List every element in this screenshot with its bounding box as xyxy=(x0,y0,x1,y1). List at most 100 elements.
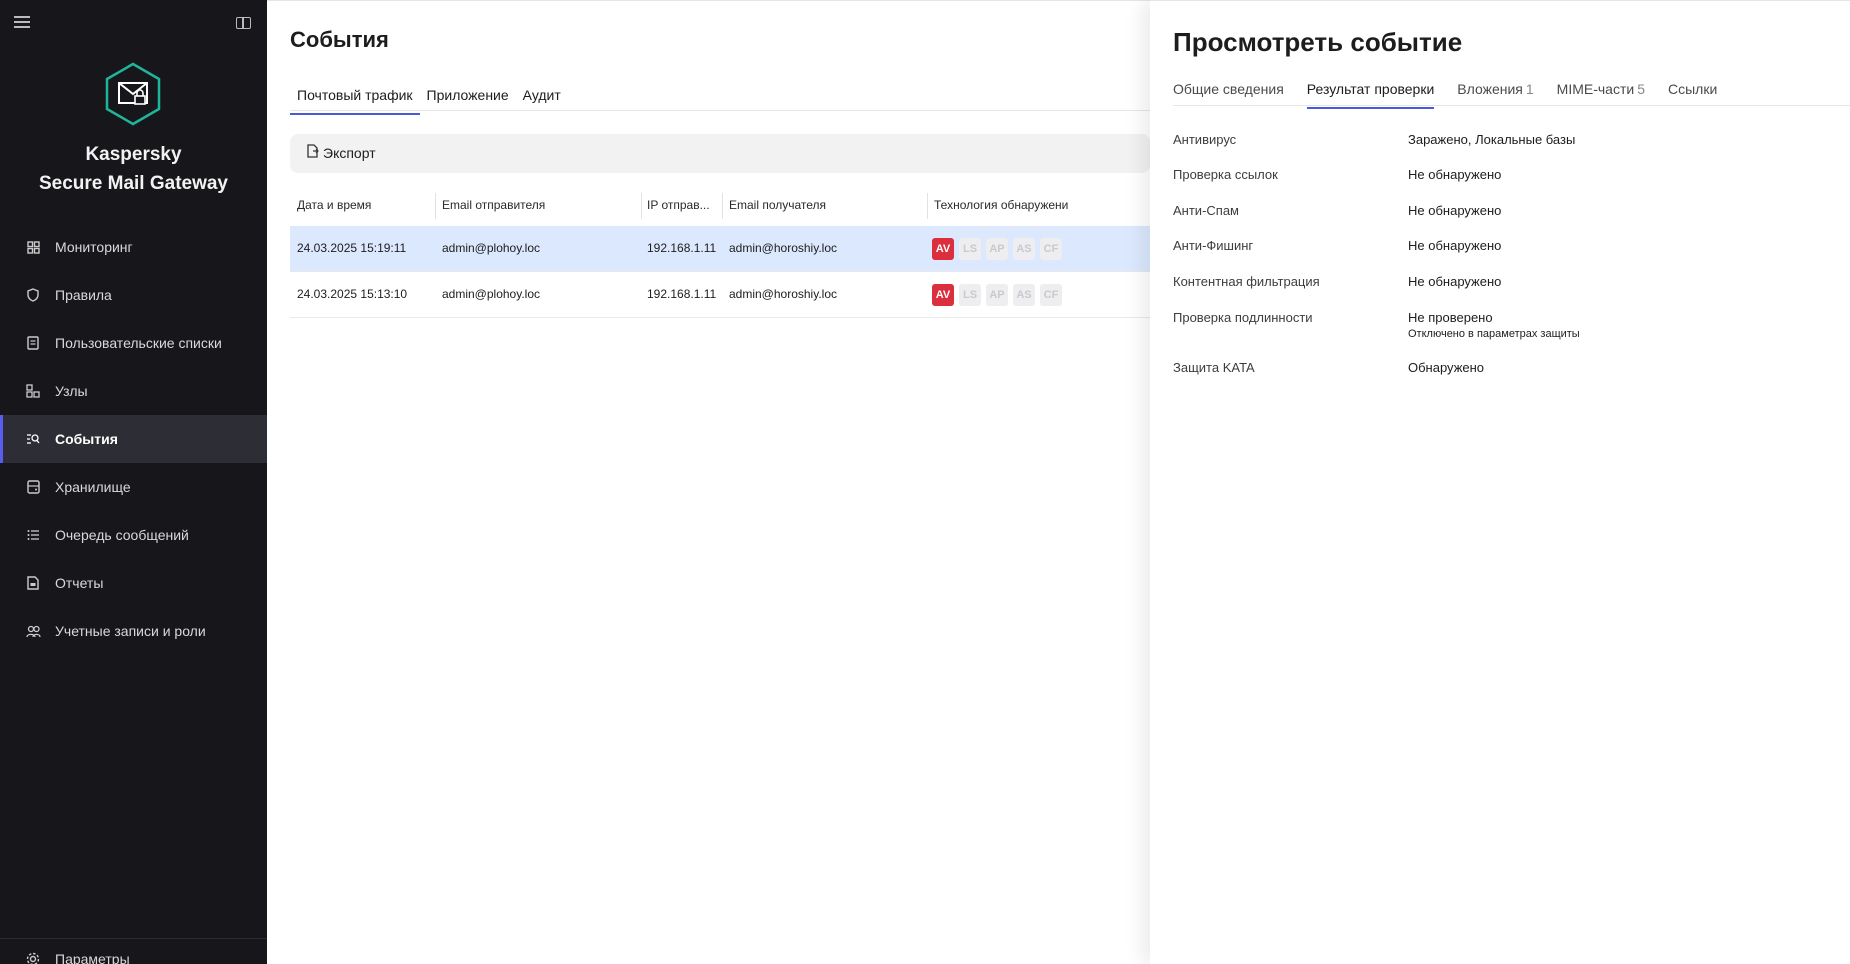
badge-as: AS xyxy=(1013,238,1035,260)
hamburger-menu-icon[interactable] xyxy=(14,16,30,30)
shield-icon xyxy=(25,287,41,303)
column-divider xyxy=(927,193,928,219)
sidebar-item-monitoring[interactable]: Мониторинг xyxy=(0,223,267,271)
sidebar-item-storage[interactable]: Хранилище xyxy=(0,463,267,511)
tab-label: Ссылки xyxy=(1668,81,1718,97)
detection-badges: AV LS AP AS CF xyxy=(932,284,1062,306)
page-title: События xyxy=(290,27,389,52)
export-file-icon xyxy=(307,144,319,161)
sidebar-item-label: Узлы xyxy=(55,383,88,399)
sidebar-item-user-lists[interactable]: Пользовательские списки xyxy=(0,319,267,367)
tabs-divider xyxy=(1173,105,1850,106)
result-value-link-check: Не обнаружено xyxy=(1408,167,1502,182)
detection-badges: AV LS AP AS CF xyxy=(932,238,1062,260)
sidebar-item-label: Параметры xyxy=(55,950,130,964)
result-value-anti-phishing: Не обнаружено xyxy=(1408,238,1502,253)
badge-as: AS xyxy=(1013,284,1035,306)
badge-ap: AP xyxy=(986,284,1008,306)
sidebar-item-label: Учетные записи и роли xyxy=(55,623,206,639)
sidebar-item-label: Мониторинг xyxy=(55,239,133,255)
result-value-content-filtering: Не обнаружено xyxy=(1408,274,1502,289)
column-header-detection-tech[interactable]: Технология обнаружени xyxy=(934,198,1068,212)
sidebar-item-message-queue[interactable]: Очередь сообщений xyxy=(0,511,267,559)
column-header-datetime[interactable]: Дата и время xyxy=(297,198,371,212)
cell-datetime: 24.03.2025 15:13:10 xyxy=(297,287,408,301)
badge-ls: LS xyxy=(959,284,981,306)
result-value-antivirus: Заражено, Локальные базы xyxy=(1408,132,1576,147)
cell-recipient: admin@horoshiy.loc xyxy=(729,241,838,255)
sidebar-item-settings[interactable]: Параметры xyxy=(0,938,267,964)
toolbar: Экспорт xyxy=(290,134,1150,173)
column-divider xyxy=(641,193,642,219)
table-row[interactable]: 24.03.2025 15:13:10 admin@plohoy.loc 192… xyxy=(290,272,1150,318)
users-icon xyxy=(25,623,41,639)
column-divider xyxy=(435,193,436,219)
mail-shield-logo-icon xyxy=(105,62,161,126)
sidebar-item-label: Пользовательские списки xyxy=(55,335,222,351)
column-header-sender[interactable]: Email отправителя xyxy=(442,198,545,212)
sidebar-item-accounts-roles[interactable]: Учетные записи и роли xyxy=(0,607,267,655)
badge-av: AV xyxy=(932,284,954,306)
sidebar-item-label: Хранилище xyxy=(55,479,131,495)
gear-icon xyxy=(25,951,41,964)
column-divider xyxy=(722,193,723,219)
collapse-sidebar-icon[interactable] xyxy=(236,17,251,29)
result-value-anti-spam: Не обнаружено xyxy=(1408,203,1502,218)
badge-cf: CF xyxy=(1040,238,1062,260)
column-header-sender-ip[interactable]: IP отправ... xyxy=(647,198,710,212)
sidebar-item-nodes[interactable]: Узлы xyxy=(0,367,267,415)
sidebar-nav: Мониторинг Правила Пользовательские спис… xyxy=(0,223,267,655)
column-header-recipient[interactable]: Email получателя xyxy=(729,198,826,212)
brand-line-2: Secure Mail Gateway xyxy=(38,173,229,194)
sidebar-item-label: События xyxy=(55,431,118,447)
sidebar-item-rules[interactable]: Правила xyxy=(0,271,267,319)
queue-icon xyxy=(25,527,41,543)
brand-line-1: Kaspersky xyxy=(85,144,182,165)
tab-label: Общие сведения xyxy=(1173,81,1284,97)
export-button[interactable]: Экспорт xyxy=(307,144,376,161)
result-note-authentication: Отключено в параметрах защиты xyxy=(1408,328,1580,340)
tab-label: Результат проверки xyxy=(1306,81,1435,97)
product-name: Kaspersky Secure Mail Gateway xyxy=(0,140,267,198)
export-label: Экспорт xyxy=(323,144,376,161)
cell-sender: admin@plohoy.loc xyxy=(442,241,541,255)
report-icon xyxy=(25,575,41,591)
list-doc-icon xyxy=(25,335,41,351)
nodes-icon xyxy=(25,383,41,399)
result-label-authentication: Проверка подлинности xyxy=(1173,310,1313,325)
cell-ip: 192.168.1.11 xyxy=(647,287,717,301)
sidebar: Kaspersky Secure Mail Gateway Мониторинг… xyxy=(0,0,267,964)
tab-label: MIME-части xyxy=(1556,81,1635,97)
events-search-icon xyxy=(25,431,41,447)
cell-ip: 192.168.1.11 xyxy=(647,241,717,255)
result-label-anti-spam: Анти-Спам xyxy=(1173,203,1239,218)
storage-icon xyxy=(25,479,41,495)
cell-recipient: admin@horoshiy.loc xyxy=(729,287,838,301)
dashboard-icon xyxy=(25,239,41,255)
badge-cf: CF xyxy=(1040,284,1062,306)
sidebar-header xyxy=(0,0,267,50)
tabs-divider xyxy=(290,110,1150,111)
badge-ls: LS xyxy=(959,238,981,260)
tab-count: 5 xyxy=(1637,81,1645,97)
table-row[interactable]: 24.03.2025 15:19:11 admin@plohoy.loc 192… xyxy=(290,226,1150,272)
cell-datetime: 24.03.2025 15:19:11 xyxy=(297,241,407,255)
sidebar-item-label: Отчеты xyxy=(55,575,104,591)
badge-ap: AP xyxy=(986,238,1008,260)
result-label-anti-phishing: Анти-Фишинг xyxy=(1173,238,1254,253)
result-label-content-filtering: Контентная фильтрация xyxy=(1173,274,1320,289)
sidebar-item-reports[interactable]: Отчеты xyxy=(0,559,267,607)
badge-av: AV xyxy=(932,238,954,260)
event-details-panel: Просмотреть событие Общие сведения Резул… xyxy=(1150,0,1850,964)
result-label-link-check: Проверка ссылок xyxy=(1173,167,1278,182)
sidebar-item-events[interactable]: События xyxy=(0,415,267,463)
events-page: События Почтовый трафик Приложение Аудит… xyxy=(267,0,1150,964)
sidebar-item-label: Очередь сообщений xyxy=(55,527,189,543)
tab-count: 1 xyxy=(1525,81,1534,97)
sidebar-item-label: Правила xyxy=(55,287,112,303)
cell-sender: admin@plohoy.loc xyxy=(442,287,541,301)
result-value-kata: Обнаружено xyxy=(1408,360,1485,375)
result-label-antivirus: Антивирус xyxy=(1173,132,1237,147)
result-label-kata: Защита KATA xyxy=(1173,360,1255,375)
tab-label: Вложения xyxy=(1457,81,1523,97)
